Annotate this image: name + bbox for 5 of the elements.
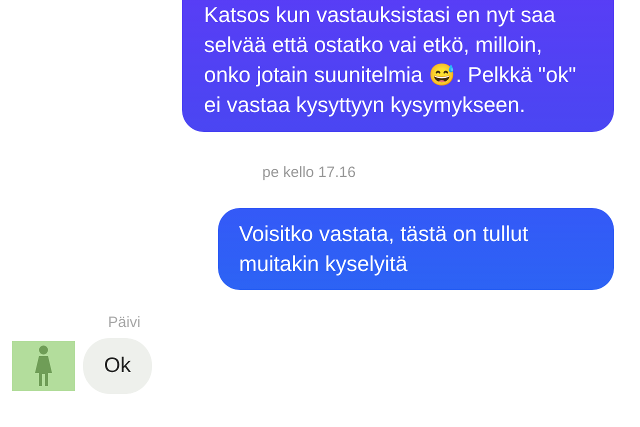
message-bubble: Ok: [83, 338, 152, 394]
sender-name: Päivi: [108, 314, 141, 330]
timestamp: pe kello 17.16: [262, 164, 356, 181]
message-bubble: Katsos kun vastauksistasi en nyt saa selvää että ostatko vai etkö, milloin, onko jotain suunitelmia 😅. Pelkkä "ok" ei vastaa kysyttyyn kysymykseen.: [182, 0, 614, 132]
message-bubble: Voisitko vastata, tästä on tullut muitakin kyselyitä: [218, 208, 614, 290]
